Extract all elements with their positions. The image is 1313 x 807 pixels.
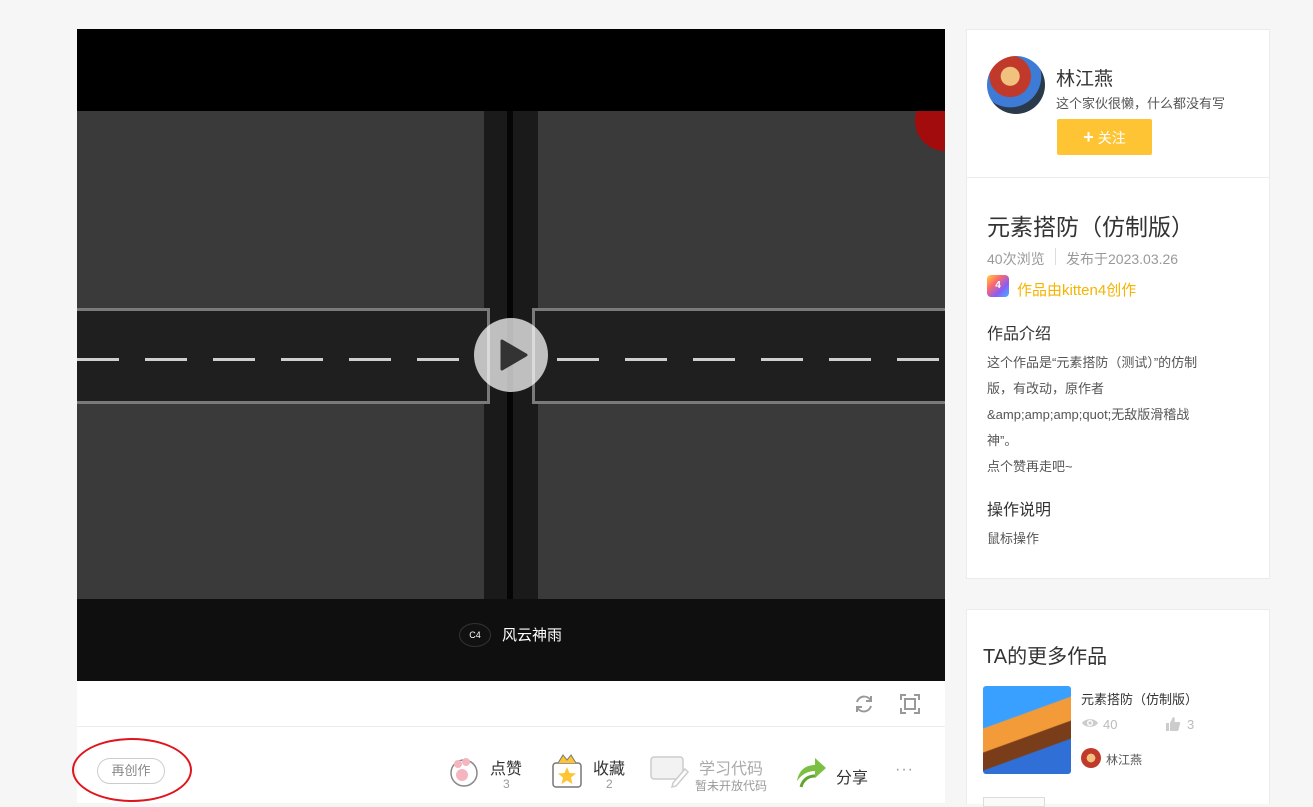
banner-text: 风云神雨 — [502, 627, 563, 644]
intro-line: 点个赞再走吧~ — [987, 459, 1073, 474]
avatar — [1081, 748, 1101, 768]
intro-heading: 作品介绍 — [987, 326, 1052, 343]
more-work-likes: 3 — [1187, 717, 1195, 732]
more-works-card: TA的更多作品 元素搭防（仿制版） 40 3 林江燕 — [966, 609, 1270, 807]
work-info-card: 元素搭防（仿制版） 40次浏览 发布于2023.03.26 4 作品由kitte… — [966, 177, 1270, 579]
made-with-kitten-link[interactable]: 作品由kitten4创作 — [1017, 279, 1136, 300]
intro-line: &amp;amp;amp;quot;无敌版滑稽战 — [987, 407, 1190, 422]
player-controls — [77, 681, 945, 727]
favorite-button[interactable]: 收藏 2 — [549, 751, 629, 795]
like-label: 点赞 — [490, 761, 523, 778]
road-dash — [349, 358, 391, 361]
favorite-box-icon — [552, 754, 582, 788]
share-label: 分享 — [836, 770, 869, 787]
intro-text: 这个作品是“元素搭防（测试）”的仿制 版，有改动，原作者 &amp;amp;am… — [987, 350, 1267, 480]
learn-code-icon — [650, 756, 689, 789]
road-dash — [829, 358, 871, 361]
refresh-icon[interactable] — [853, 693, 875, 715]
author-name[interactable]: 林江燕 — [1056, 64, 1113, 91]
more-work-author: 林江燕 — [1106, 753, 1143, 767]
work-thumbnail[interactable] — [983, 686, 1071, 774]
share-button[interactable]: 分享 — [793, 751, 873, 795]
road-dash — [557, 358, 599, 361]
work-thumbnail[interactable] — [983, 797, 1045, 807]
play-icon — [500, 339, 528, 371]
intro-line: 神”。 — [987, 433, 1018, 448]
learn-code-sub: 暂未开放代码 — [695, 779, 768, 793]
road-dash — [693, 358, 735, 361]
eye-icon — [1082, 719, 1098, 727]
more-works-heading: TA的更多作品 — [983, 646, 1108, 668]
paw-like-icon — [450, 758, 478, 787]
banner-logo-icon: C4 — [459, 623, 491, 647]
fullscreen-icon[interactable] — [899, 693, 921, 715]
divider — [1055, 248, 1056, 265]
road-dash — [213, 358, 255, 361]
more-options-button[interactable]: ··· — [895, 761, 914, 779]
operation-text: 鼠标操作 — [987, 531, 1040, 546]
road-dash — [417, 358, 459, 361]
road-dash — [281, 358, 323, 361]
remix-button[interactable]: 再创作 — [97, 758, 165, 784]
view-count: 40次浏览 — [987, 251, 1045, 267]
like-button[interactable]: 点赞 3 — [446, 751, 526, 795]
road-dash — [77, 358, 119, 361]
red-element — [915, 111, 945, 151]
plus-icon: + — [1083, 127, 1094, 147]
road-dash — [145, 358, 187, 361]
intro-line: 这个作品是“元素搭防（测试）”的仿制 — [987, 355, 1198, 370]
thumbs-up-icon — [1166, 717, 1181, 731]
road-dash — [625, 358, 667, 361]
play-button[interactable] — [474, 318, 548, 392]
road-right — [532, 308, 945, 404]
learn-code-label: 学习代码 — [699, 761, 764, 778]
road-dash — [761, 358, 803, 361]
author-bio: 这个家伙很懒，什么都没有写 — [1056, 96, 1226, 111]
follow-button[interactable]: + 关注 — [1057, 119, 1152, 155]
intro-line: 版，有改动，原作者 — [987, 381, 1105, 396]
more-work-views: 40 — [1103, 717, 1118, 732]
author-card: 林江燕 这个家伙很懒，什么都没有写 + 关注 — [966, 29, 1270, 178]
publish-date: 发布于2023.03.26 — [1066, 251, 1179, 267]
share-arrow-icon — [797, 758, 826, 788]
game-player[interactable]: C4 风云神雨 — [77, 29, 945, 681]
kitten-app-icon: 4 — [987, 275, 1009, 297]
actions-bar: 再创作 点赞 3 收藏 2 学习代码 暂未开放代码 分享 ··· — [72, 727, 945, 803]
favorite-label: 收藏 — [593, 761, 626, 778]
more-work-title[interactable]: 元素搭防（仿制版） — [1081, 689, 1198, 708]
operation-heading: 操作说明 — [987, 502, 1052, 519]
road-dash — [897, 358, 939, 361]
learn-code-button: 学习代码 暂未开放代码 — [649, 751, 769, 795]
favorite-count: 2 — [606, 777, 613, 791]
work-title: 元素搭防（仿制版） — [987, 214, 1194, 240]
avatar[interactable] — [987, 56, 1045, 114]
follow-label: 关注 — [1097, 130, 1126, 146]
road-left — [77, 308, 490, 404]
like-count: 3 — [503, 777, 510, 791]
